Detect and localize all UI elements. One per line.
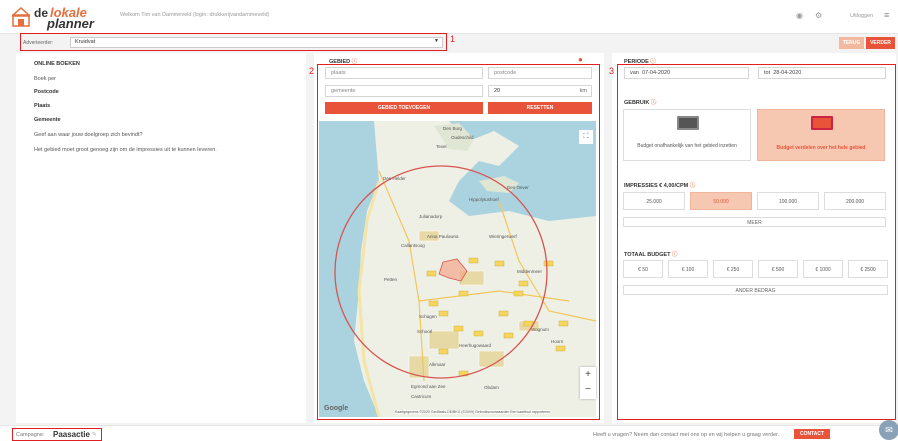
- annotation-number-2: 2: [309, 66, 315, 76]
- option-plaats[interactable]: Plaats: [34, 103, 50, 109]
- next-button[interactable]: VERDER: [866, 37, 895, 49]
- target-question: Geef aan waar jouw doelgroep zich bevind…: [34, 132, 143, 138]
- online-booking-title: ONLINE BOEKEN: [34, 61, 80, 67]
- logo-text-de: de: [34, 6, 49, 20]
- globe-icon[interactable]: ◉: [796, 11, 803, 20]
- area-note: Het gebied moet groot genoeg zijn om de …: [34, 147, 217, 153]
- online-booking-panel: [16, 53, 306, 423]
- hamburger-menu-icon[interactable]: ≡: [884, 10, 889, 20]
- option-gemeente[interactable]: Gemeente: [34, 117, 61, 123]
- option-postcode[interactable]: Postcode: [34, 89, 59, 95]
- annotation-box-campaign: [12, 428, 102, 441]
- logout-link[interactable]: Uitloggen: [850, 13, 873, 19]
- top-bar: de lokale planner Welkom Tim van Dammeve…: [0, 0, 898, 34]
- back-button[interactable]: TERUG: [839, 37, 864, 49]
- contact-button[interactable]: CONTACT: [794, 429, 830, 439]
- chat-icon[interactable]: ✉: [879, 420, 898, 440]
- help-text: Heeft u vragen? Neem dan contact met ons…: [593, 432, 780, 438]
- annotation-box-1: [20, 33, 447, 51]
- annotation-number-3: 3: [609, 66, 615, 76]
- welcome-text: Welkom Tim van Dammeveld (login: drukker…: [120, 12, 270, 18]
- tag-icon: ●: [578, 55, 583, 64]
- settings-icon[interactable]: ⚙: [815, 11, 822, 20]
- logo-icon: [12, 7, 30, 27]
- book-per-text: Boek per: [34, 76, 57, 82]
- annotation-box-2: [317, 64, 600, 420]
- annotation-number-1: 1: [450, 34, 456, 44]
- logo-text-planner: planner: [47, 16, 94, 31]
- annotation-box-3: [617, 64, 896, 420]
